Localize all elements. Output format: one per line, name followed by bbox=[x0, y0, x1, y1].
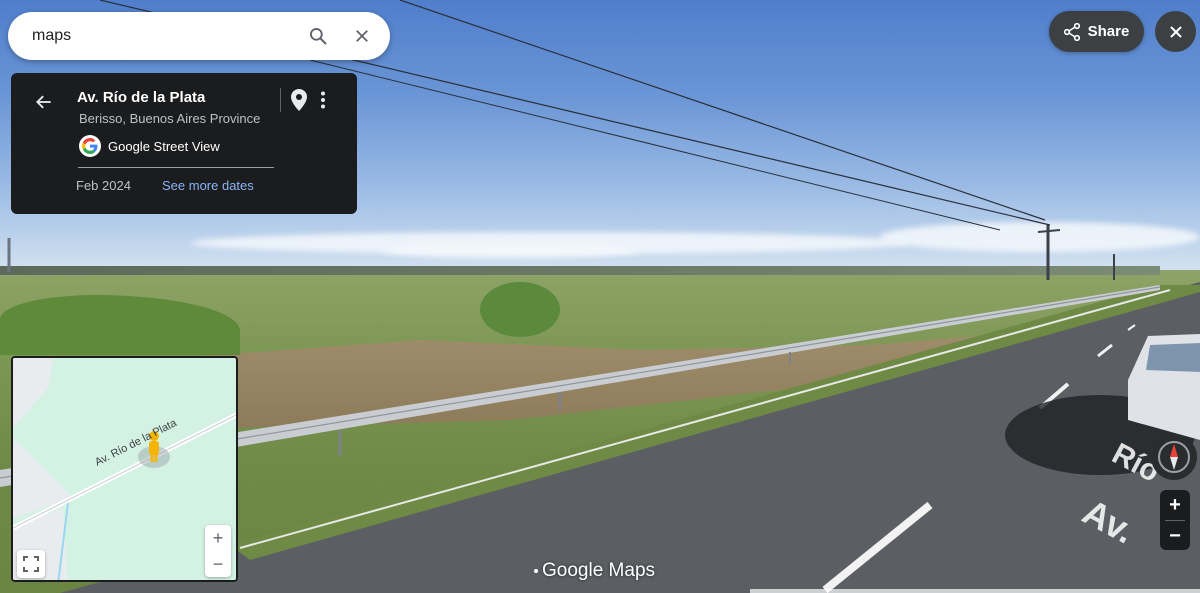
search-box bbox=[8, 12, 390, 60]
search-input[interactable] bbox=[8, 12, 296, 60]
divider bbox=[280, 88, 281, 112]
back-arrow-icon bbox=[36, 95, 51, 109]
see-more-dates-link[interactable]: See more dates bbox=[162, 178, 254, 193]
location-info-card: Av. Río de la Plata Berisso, Buenos Aire… bbox=[11, 73, 357, 214]
share-icon bbox=[1063, 22, 1080, 41]
show-on-map-button[interactable] bbox=[289, 88, 309, 112]
google-logo-icon bbox=[79, 135, 101, 157]
power-line bbox=[309, 59, 1001, 231]
logo-text: Google Maps bbox=[542, 560, 656, 581]
car-window bbox=[1146, 343, 1200, 372]
more-vert-icon bbox=[321, 91, 325, 109]
capture-date: Feb 2024 bbox=[76, 178, 131, 193]
fullscreen-icon bbox=[23, 556, 39, 572]
close-icon bbox=[356, 30, 368, 42]
divider bbox=[78, 167, 274, 168]
compass-icon bbox=[1158, 441, 1190, 473]
share-button[interactable]: Share bbox=[1049, 11, 1144, 52]
minimap-zoom-out-button[interactable]: − bbox=[205, 551, 231, 577]
close-icon bbox=[1169, 25, 1182, 38]
back-button[interactable] bbox=[31, 89, 57, 115]
attribution-bar bbox=[750, 589, 1200, 593]
street-view-zoom-control: + − bbox=[1160, 490, 1190, 550]
share-label: Share bbox=[1087, 23, 1130, 40]
location-title: Av. Río de la Plata bbox=[77, 89, 206, 106]
zoom-in-button[interactable]: + bbox=[1160, 490, 1190, 520]
google-maps-logo: Google Maps bbox=[534, 560, 655, 582]
minimap-zoom-control: + − bbox=[205, 525, 231, 577]
close-street-view-button[interactable] bbox=[1155, 11, 1196, 52]
zoom-out-button[interactable]: − bbox=[1160, 521, 1190, 551]
minimap-expand-button[interactable] bbox=[17, 550, 45, 578]
compass-button[interactable] bbox=[1151, 434, 1197, 480]
utility-pole-arm bbox=[1037, 229, 1061, 233]
clear-search-button[interactable] bbox=[340, 14, 384, 58]
location-subtitle: Berisso, Buenos Aires Province bbox=[79, 111, 261, 126]
search-button[interactable] bbox=[296, 14, 340, 58]
search-icon bbox=[310, 28, 327, 45]
minimap[interactable]: Av. Río de la Plata bbox=[11, 356, 238, 582]
source-label: Google Street View bbox=[108, 139, 220, 154]
power-line bbox=[399, 0, 1046, 221]
logo-dot bbox=[534, 569, 538, 573]
location-pin-icon bbox=[291, 89, 307, 111]
more-options-button[interactable] bbox=[313, 88, 333, 112]
minimap-zoom-in-button[interactable]: + bbox=[205, 525, 231, 551]
